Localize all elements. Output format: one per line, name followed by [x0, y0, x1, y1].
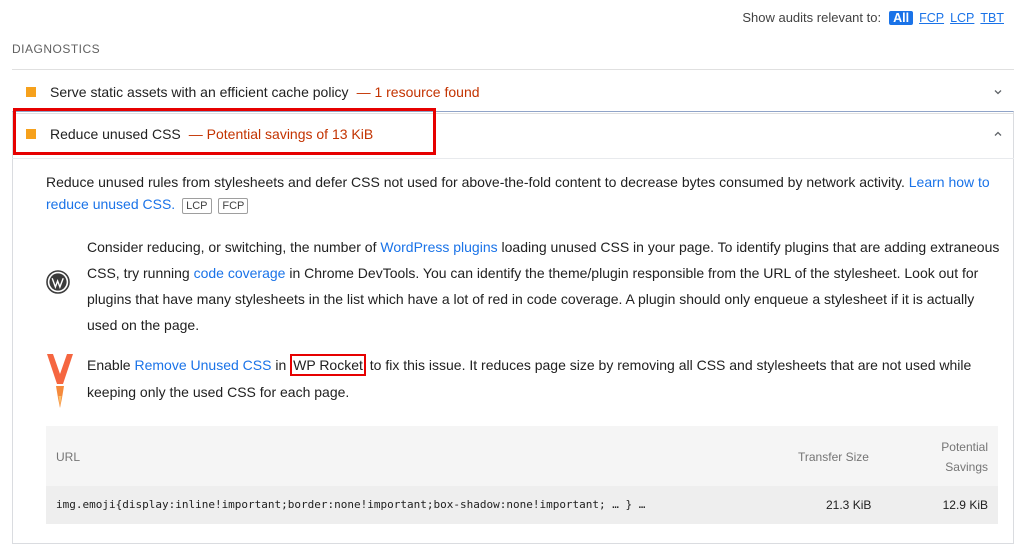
cell-transfer: 21.3 KiB: [826, 498, 872, 512]
col-transfer-header: Transfer Size: [798, 450, 869, 464]
table-row[interactable]: img.emoji{display:inline!important;borde…: [46, 486, 998, 524]
wordpress-hint-text: Consider reducing, or switching, the num…: [87, 234, 1004, 338]
description-text: Reduce unused rules from stylesheets and…: [46, 174, 905, 190]
audit-filter: Show audits relevant to: All FCP LCP TBT: [742, 10, 1004, 25]
wp-rocket-logo-icon: [46, 352, 73, 417]
wp-rocket-hint: Enable Remove Unused CSS in WP Rocket to…: [46, 352, 1004, 417]
warning-square-icon: [26, 87, 36, 97]
section-title: DIAGNOSTICS: [12, 42, 101, 56]
audit-description: Reduce unused rules from stylesheets and…: [46, 171, 1004, 215]
cell-savings: 12.9 KiB: [942, 498, 988, 512]
divider: [12, 158, 1014, 159]
audit-title: Serve static assets with an efficient ca…: [50, 84, 349, 100]
wordpress-logo-icon: [46, 234, 72, 338]
tag-lcp: LCP: [182, 198, 212, 214]
highlight-box: [13, 108, 436, 155]
hint-text: Enable: [87, 357, 135, 373]
hint-text: Consider reducing, or switching, the num…: [87, 239, 381, 255]
wp-rocket-highlight: WP Rocket: [290, 354, 366, 376]
remove-unused-css-link[interactable]: Remove Unused CSS: [134, 357, 271, 373]
col-url-header: URL: [56, 450, 81, 464]
wordpress-plugins-link[interactable]: WordPress plugins: [380, 239, 497, 255]
table-header: URL Transfer Size Potential Savings: [46, 426, 998, 486]
chevron-up-icon[interactable]: [992, 128, 1004, 140]
col-savings-header-1: Potential: [941, 440, 988, 454]
filter-fcp[interactable]: FCP: [919, 11, 944, 25]
cell-url: img.emoji{display:inline!important;borde…: [56, 498, 646, 511]
code-coverage-link[interactable]: code coverage: [194, 265, 286, 281]
details-table: URL Transfer Size Potential Savings img.…: [46, 426, 998, 524]
col-savings-header-2: Savings: [945, 460, 988, 474]
hint-text: in: [271, 357, 291, 373]
chevron-down-icon[interactable]: [992, 86, 1004, 98]
filter-lcp[interactable]: LCP: [950, 11, 974, 25]
wp-rocket-hint-text: Enable Remove Unused CSS in WP Rocket to…: [87, 352, 1004, 417]
filter-tbt[interactable]: TBT: [980, 11, 1004, 25]
filter-label: Show audits relevant to:: [742, 10, 882, 25]
wordpress-hint: Consider reducing, or switching, the num…: [46, 234, 1004, 338]
filter-all[interactable]: All: [889, 10, 914, 25]
tag-fcp: FCP: [218, 198, 249, 214]
audit-display-value: — 1 resource found: [356, 84, 480, 100]
